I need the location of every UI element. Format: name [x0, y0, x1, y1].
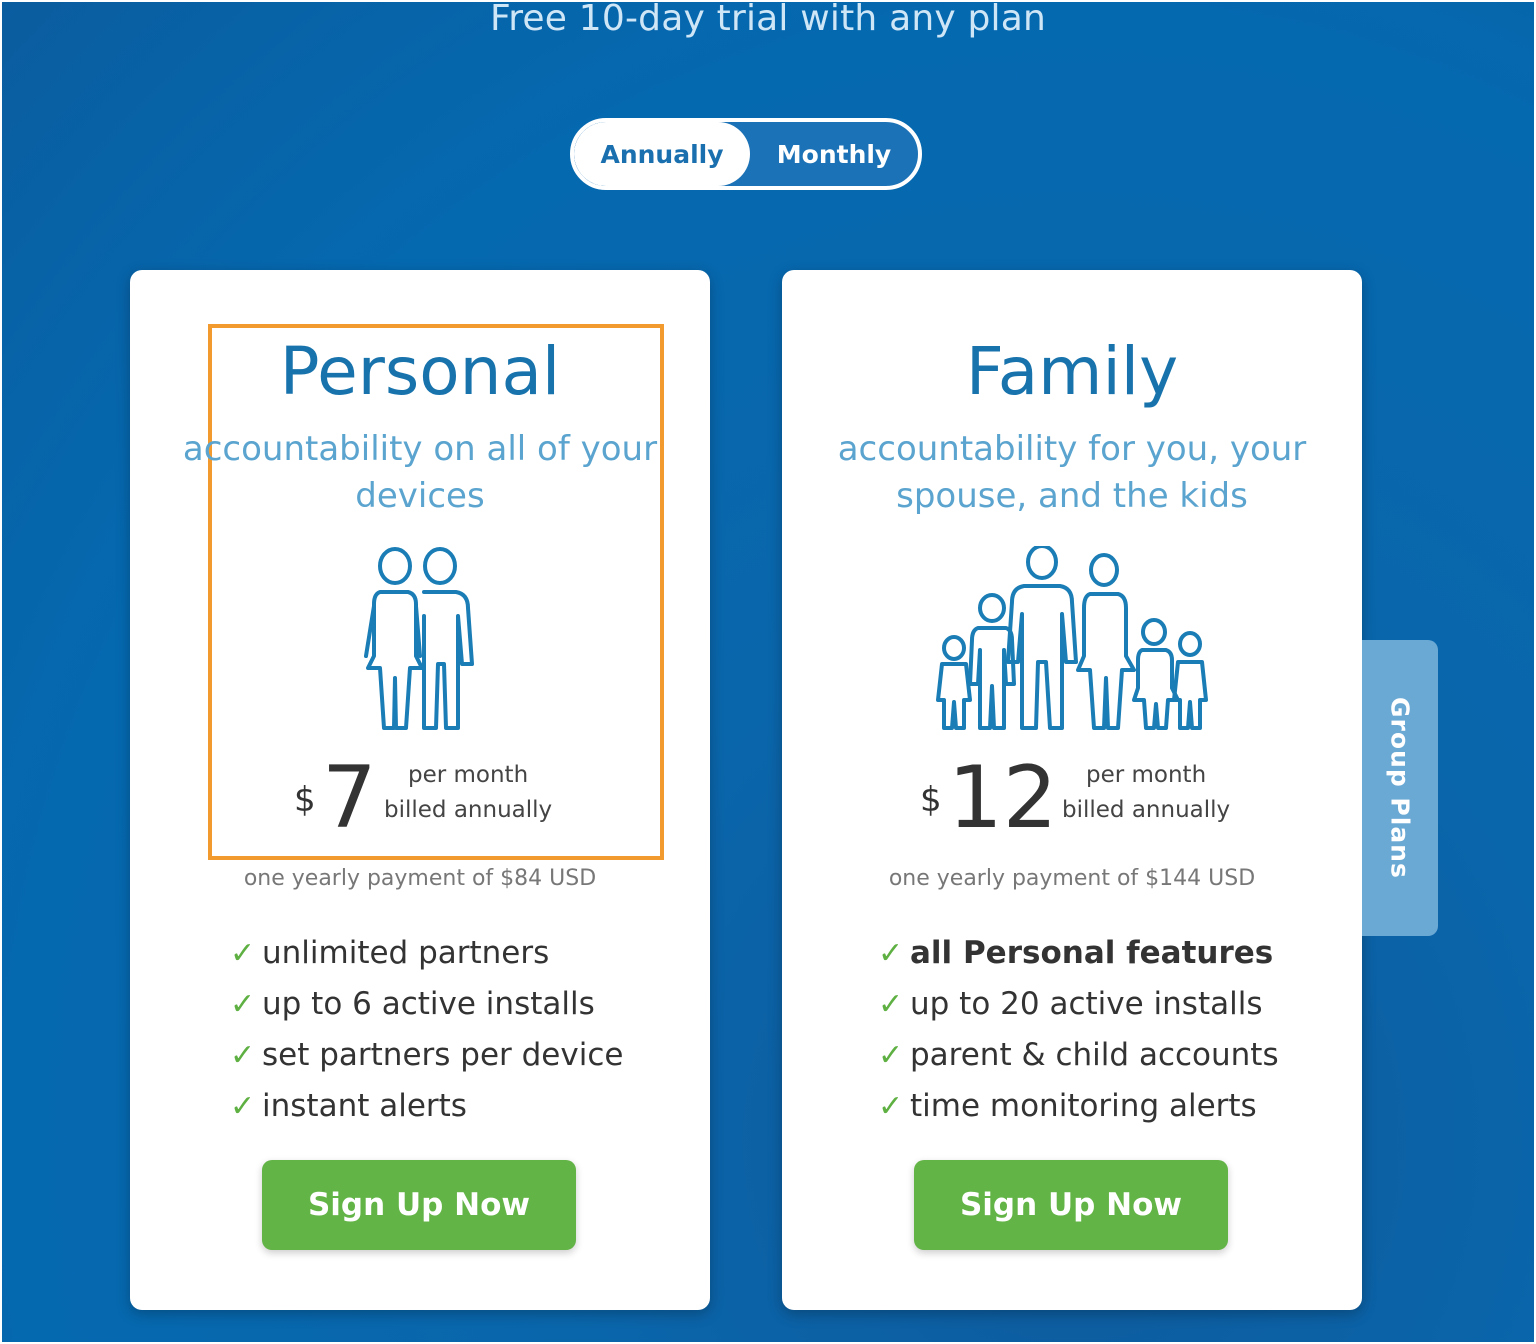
group-plans-tab[interactable]: Group Plans — [1362, 640, 1438, 936]
couple-icon — [130, 546, 710, 732]
list-item: ✓ unlimited partners — [230, 928, 623, 979]
check-icon: ✓ — [230, 987, 256, 1022]
check-icon: ✓ — [230, 1038, 256, 1073]
check-icon: ✓ — [878, 1089, 904, 1124]
list-item: ✓ up to 20 active installs — [878, 979, 1279, 1030]
list-item: ✓ set partners per device — [230, 1030, 623, 1081]
sign-up-button[interactable]: Sign Up Now — [914, 1160, 1228, 1250]
price-note-period: per month — [407, 762, 529, 788]
pricing-page: Free 10-day trial with any plan Annually… — [2, 2, 1534, 1342]
toggle-monthly[interactable]: Monthly — [750, 122, 918, 186]
price-note: per month billed annually — [384, 758, 552, 828]
price-note-billing: billed annually — [1062, 797, 1231, 823]
price-note-period: per month — [1085, 762, 1207, 788]
group-plans-label: Group Plans — [1385, 697, 1415, 879]
check-icon: ✓ — [230, 936, 256, 971]
yearly-payment: one yearly payment of $144 USD — [888, 866, 1256, 891]
check-icon: ✓ — [878, 936, 904, 971]
price-row: $ 12 per month billed annually — [782, 748, 1362, 848]
plan-card-family: Family accountability for you, your spou… — [782, 270, 1362, 1310]
sign-up-button[interactable]: Sign Up Now — [262, 1160, 576, 1250]
check-icon: ✓ — [878, 1038, 904, 1073]
price-note-billing: billed annually — [384, 797, 553, 823]
list-item: ✓ all Personal features — [878, 928, 1279, 979]
currency-symbol: $ — [294, 780, 316, 820]
list-item: ✓ time monitoring alerts — [878, 1081, 1279, 1132]
plan-description: accountability for you, your spouse, and… — [837, 429, 1307, 516]
check-icon: ✓ — [230, 1089, 256, 1124]
price-note: per month billed annually — [1062, 758, 1230, 828]
price-amount: 7 — [322, 748, 377, 848]
list-item: ✓ instant alerts — [230, 1081, 623, 1132]
trial-heading: Free 10-day trial with any plan — [489, 2, 1047, 39]
check-icon: ✓ — [878, 987, 904, 1022]
currency-symbol: $ — [920, 780, 942, 820]
plan-name: Personal — [279, 333, 561, 410]
toggle-annually[interactable]: Annually — [574, 122, 750, 186]
price-row: $ 7 per month billed annually — [130, 748, 710, 848]
plan-name: Family — [965, 333, 1179, 410]
billing-toggle[interactable]: Annually Monthly — [570, 118, 922, 190]
list-item: ✓ up to 6 active installs — [230, 979, 623, 1030]
feature-list: ✓ unlimited partners ✓ up to 6 active inst… — [230, 928, 623, 1132]
yearly-payment: one yearly payment of $84 USD — [243, 866, 597, 891]
price-amount: 12 — [948, 748, 1058, 848]
plan-card-personal: Personal accountability on all of your d… — [130, 270, 710, 1310]
list-item: ✓ parent & child accounts — [878, 1030, 1279, 1081]
feature-list: ✓ all Personal features ✓ up to 20 active … — [878, 928, 1279, 1132]
family-icon — [782, 546, 1362, 732]
plan-description: accountability on all of your devices — [182, 429, 658, 516]
